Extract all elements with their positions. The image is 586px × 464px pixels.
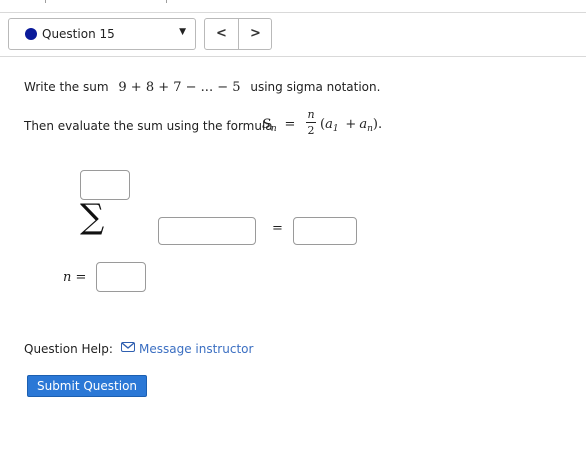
question-select[interactable]: Question 15 ▼	[8, 18, 196, 50]
problem-line-1: Write the sum 9 + 8 + 7 − ... − 5 using …	[24, 80, 380, 95]
message-instructor-link[interactable]: Message instructor	[139, 342, 253, 356]
question-select-value: Question 15	[42, 27, 115, 41]
equals-sign: =	[272, 221, 283, 236]
top-divider	[0, 12, 586, 13]
formula-fraction: n 2	[306, 108, 316, 137]
formula-lhs: Sn =	[262, 117, 296, 134]
formula-instruction: Then evaluate the sum using the formula	[24, 119, 273, 133]
previous-question-button[interactable]: <	[205, 19, 239, 49]
index-label: n =	[63, 270, 87, 285]
instruction-prefix: Write the sum	[24, 80, 109, 94]
status-dot-icon	[25, 28, 37, 40]
question-help-label: Question Help:	[24, 342, 113, 356]
summand-input[interactable]	[158, 217, 256, 245]
mail-icon[interactable]	[121, 342, 135, 352]
top-edge-mark	[166, 0, 167, 3]
problem-line-2: Then evaluate the sum using the formula	[24, 119, 273, 133]
chevron-right-icon: >	[250, 26, 261, 41]
top-edge-mark	[45, 0, 46, 3]
lower-limit-input[interactable]	[96, 262, 146, 292]
sigma-symbol: ∑	[80, 197, 105, 237]
sum-result-input[interactable]	[293, 217, 357, 245]
caret-down-icon: ▼	[179, 27, 186, 37]
instruction-suffix: using sigma notation.	[250, 80, 381, 94]
chevron-left-icon: <	[216, 26, 227, 41]
header-divider	[0, 56, 586, 57]
sum-expression: 9 + 8 + 7 − ... − 5	[118, 80, 241, 95]
upper-limit-input[interactable]	[80, 170, 130, 200]
formula-rhs: (a1 + an).	[320, 117, 383, 134]
question-nav: < >	[204, 18, 272, 50]
next-question-button[interactable]: >	[239, 19, 272, 49]
submit-question-button[interactable]: Submit Question	[27, 375, 147, 397]
